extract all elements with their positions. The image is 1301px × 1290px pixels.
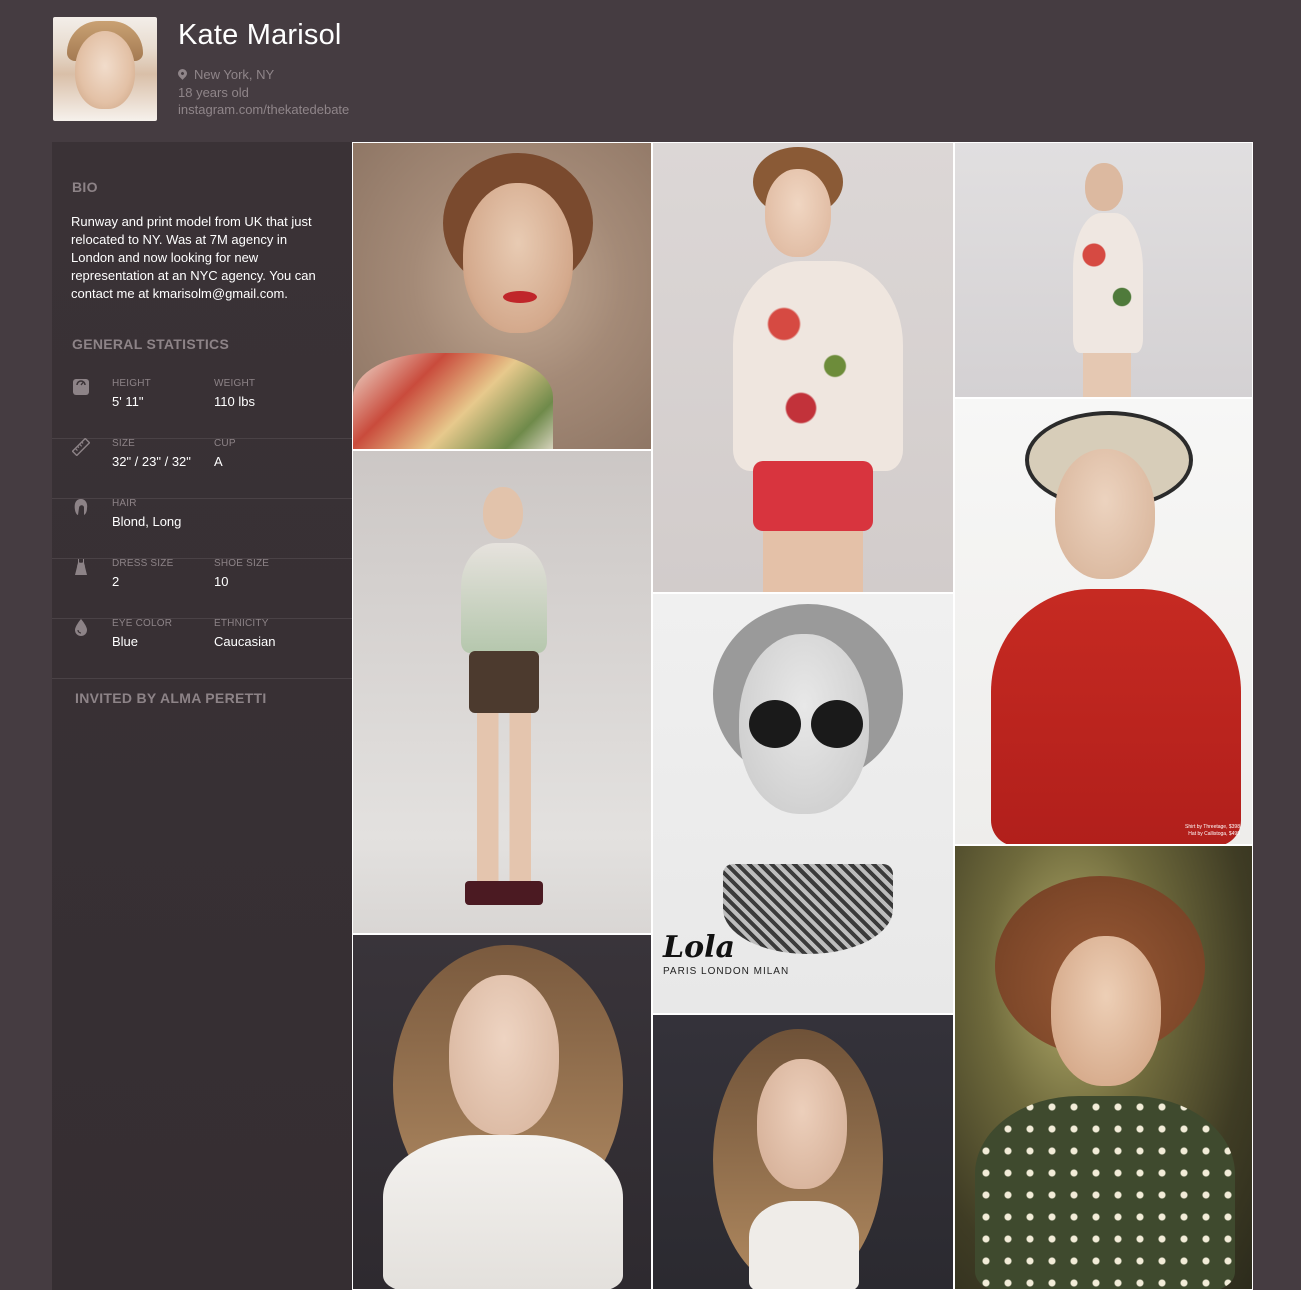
drop-icon — [72, 618, 90, 636]
stat-value-height: 5' 11" — [112, 394, 144, 409]
photo-blouse-shape — [749, 1201, 859, 1289]
stat-label-hair: HAIR — [112, 498, 137, 509]
stat-label-shoe-size: SHOE SIZE — [214, 558, 270, 569]
profile-location: New York, NY — [176, 67, 275, 82]
stat-row-size-cup: SIZE 32" / 23" / 32" CUP A — [52, 438, 352, 499]
photo-blouse-shape — [383, 1135, 623, 1289]
stat-label-cup: CUP — [214, 438, 236, 449]
stat-label-ethnicity: ETHNICITY — [214, 618, 269, 629]
photo-blouse-shape — [991, 589, 1241, 844]
stat-row-height-weight: HEIGHT 5' 11" WEIGHT 110 lbs — [52, 378, 352, 439]
photo-face-shape — [449, 975, 559, 1135]
stat-value-shoe-size: 10 — [214, 574, 229, 589]
stat-value-weight: 110 lbs — [214, 394, 255, 409]
photo-face-shape — [765, 169, 831, 257]
photo-top-shape — [461, 543, 547, 653]
photo-face-shape — [483, 487, 523, 539]
gallery-photo-7[interactable] — [352, 934, 652, 1290]
profile-age: 18 years old — [178, 85, 249, 100]
gallery-photo-1[interactable] — [352, 142, 652, 450]
photo-credit: Shirt by Threetage, $398 Hat by Callisto… — [1185, 824, 1240, 838]
necklace-shape — [723, 864, 893, 954]
stat-value-size: 32" / 23" / 32" — [112, 454, 191, 469]
photo-shoes-shape — [465, 881, 543, 905]
profile-sidebar: BIO Runway and print model from UK that … — [52, 142, 352, 1290]
photo-face-shape — [757, 1059, 847, 1189]
stat-value-cup: A — [214, 454, 223, 469]
stat-value-dress-size: 2 — [112, 574, 120, 589]
avatar-face-shape — [75, 31, 135, 109]
sunglasses-left-lens — [749, 700, 801, 748]
photo-legs-shape — [763, 531, 863, 592]
gallery-photo-5[interactable]: Lola PARIS LONDON MILAN — [652, 593, 954, 1014]
stat-row-hair: HAIR Blond, Long — [52, 498, 352, 559]
stat-value-hair: Blond, Long — [112, 514, 182, 529]
location-text: New York, NY — [194, 67, 275, 82]
photo-blouse-shape — [975, 1096, 1235, 1289]
photo-shorts-shape — [469, 651, 539, 713]
gallery-photo-9[interactable] — [954, 845, 1253, 1290]
gallery-photo-6[interactable]: Shirt by Threetage, $398 Hat by Callisto… — [954, 398, 1253, 845]
stat-label-dress-size: DRESS SIZE — [112, 558, 174, 569]
hair-icon — [72, 498, 90, 516]
stat-row-eye-ethnicity: EYE COLOR Blue ETHNICITY Caucasian — [52, 618, 352, 679]
general-statistics-heading: GENERAL STATISTICS — [72, 336, 230, 352]
photo-top-shape — [733, 261, 903, 471]
gallery-photo-3[interactable] — [954, 142, 1253, 398]
photo-face-shape — [1055, 449, 1155, 579]
stat-value-eye-color: Blue — [112, 634, 139, 649]
sunglasses-right-lens — [811, 700, 863, 748]
gallery-photo-8[interactable] — [652, 1014, 954, 1290]
photo-face-shape — [463, 183, 573, 333]
scale-icon — [72, 378, 90, 396]
avatar[interactable] — [53, 17, 157, 121]
lola-logo: Lola — [663, 930, 735, 965]
photo-face-shape — [1051, 936, 1161, 1086]
photo-legs-shape — [1083, 353, 1131, 397]
dress-icon — [72, 558, 90, 576]
instagram-link[interactable]: instagram.com/thekatedebate — [178, 102, 349, 117]
stat-label-height: HEIGHT — [112, 378, 151, 389]
stat-label-size: SIZE — [112, 438, 136, 449]
profile-name: Kate Marisol — [178, 19, 342, 51]
lola-tagline: PARIS LONDON MILAN — [663, 966, 790, 977]
credit-line-2: Hat by Callistoga, $499 — [1188, 831, 1240, 837]
profile-header: Kate Marisol New York, NY 18 years old i… — [0, 0, 1301, 142]
photo-legs-shape — [477, 713, 531, 883]
bio-text: Runway and print model from UK that just… — [71, 214, 316, 301]
photo-dress-shape — [1073, 213, 1143, 353]
stat-row-dress-shoe: DRESS SIZE 2 SHOE SIZE 10 — [52, 558, 352, 619]
photo-top-shape — [353, 353, 553, 449]
gallery-photo-2[interactable] — [652, 142, 954, 593]
photo-face-shape — [1085, 163, 1123, 211]
bio-heading: BIO — [72, 179, 98, 195]
credit-line-1: Shirt by Threetage, $398 — [1185, 824, 1240, 830]
photo-lips-shape — [503, 291, 537, 303]
ruler-icon — [72, 438, 90, 456]
stat-label-eye-color: EYE COLOR — [112, 618, 173, 629]
photo-shorts-shape — [753, 461, 873, 531]
stat-label-weight: WEIGHT — [214, 378, 256, 389]
gallery-photo-4[interactable] — [352, 450, 652, 934]
location-pin-icon — [176, 67, 189, 80]
invited-by-heading[interactable]: INVITED BY ALMA PERETTI — [75, 690, 267, 706]
photo-gallery: Lola PARIS LONDON MILAN Shirt by Threeta… — [352, 142, 1253, 1290]
stat-value-ethnicity: Caucasian — [214, 634, 276, 649]
